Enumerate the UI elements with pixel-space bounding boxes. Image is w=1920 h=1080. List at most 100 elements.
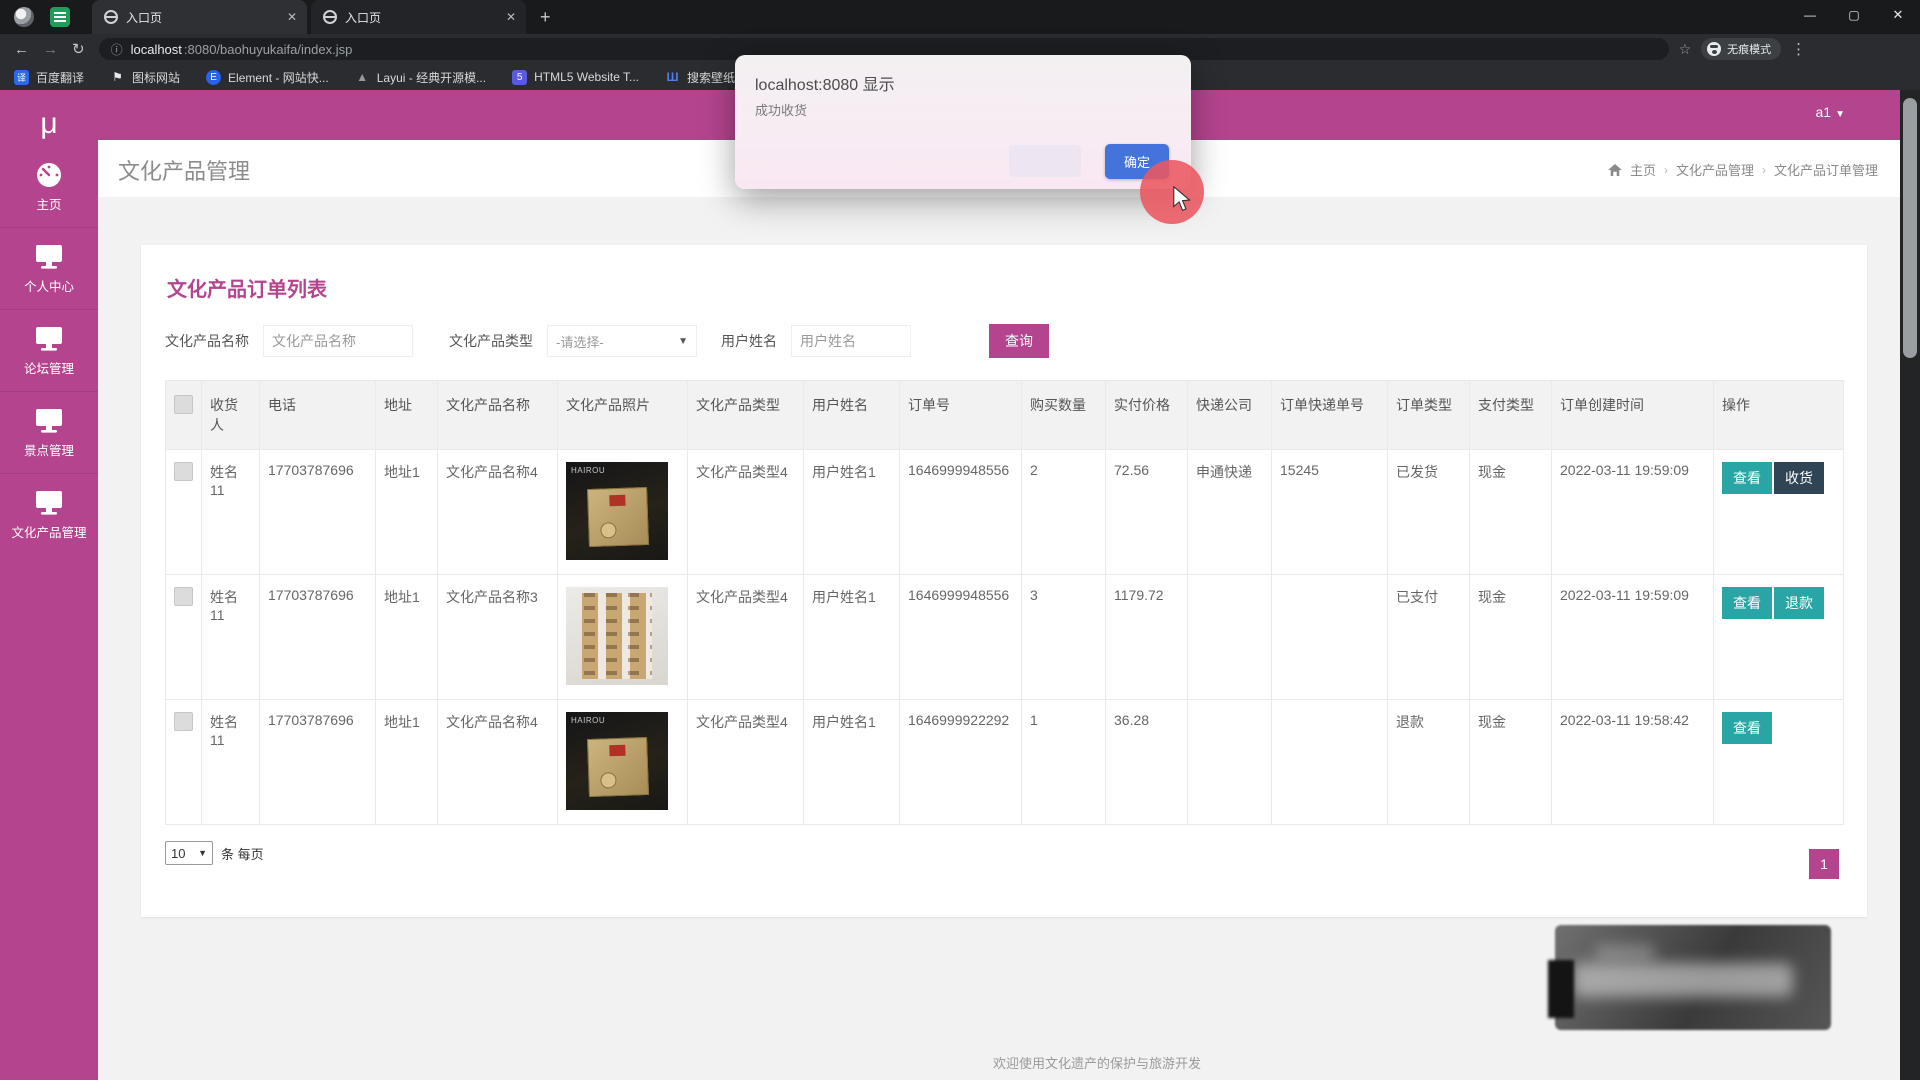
cell-product-type: 文化产品类型4 [688, 700, 804, 825]
browser-tab-inactive[interactable]: 入口页 ✕ [311, 0, 526, 34]
cell-tracking-no [1272, 700, 1388, 825]
reload-icon[interactable]: ↻ [72, 40, 85, 58]
cell-phone: 17703787696 [260, 450, 376, 575]
page-size-select[interactable]: 10 ▼ [165, 841, 213, 865]
bookmark-item[interactable]: 译 百度翻译 [14, 69, 84, 86]
product-name-input[interactable] [263, 325, 413, 357]
monitor-icon [34, 244, 64, 270]
view-button[interactable]: 查看 [1722, 462, 1772, 494]
new-tab-button[interactable]: + [540, 7, 551, 28]
page-info-icon[interactable]: ⓘ [111, 41, 123, 58]
url-path: :8080/baohuyukaifa/index.jsp [184, 42, 352, 57]
row-checkbox[interactable] [174, 462, 193, 481]
search-button[interactable]: 查询 [989, 324, 1049, 358]
col-header: 地址 [376, 381, 438, 450]
orders-table: 收货人 电话 地址 文化产品名称 文化产品照片 文化产品类型 用户姓名 订单号 … [165, 380, 1844, 825]
col-header: 操作 [1714, 381, 1844, 450]
forward-icon[interactable]: → [43, 41, 58, 58]
col-header: 订单创建时间 [1552, 381, 1714, 450]
bookmark-item[interactable]: 5 HTML5 Website T... [512, 70, 639, 85]
user-name-label: 用户姓名 [721, 331, 777, 351]
cell-order-type: 已支付 [1388, 575, 1470, 700]
table-row: 姓名11 17703787696 地址1 文化产品名称4 HAIROU 文化产品… [166, 700, 1844, 825]
cell-quantity: 2 [1022, 450, 1106, 575]
panel-title: 文化产品订单列表 [167, 273, 1843, 302]
cell-address: 地址1 [376, 450, 438, 575]
globe-favicon-icon [104, 10, 118, 24]
col-header: 订单号 [900, 381, 1022, 450]
product-name-label: 文化产品名称 [165, 331, 249, 351]
alert-dialog: localhost:8080 显示 成功收货 确定 [735, 55, 1191, 189]
window-controls: — ▢ ✕ [1788, 0, 1920, 30]
product-photo: HAIROU [566, 462, 668, 560]
layui-icon: ▲ [355, 70, 370, 85]
browser-menu-icon[interactable]: ⋮ [1791, 40, 1806, 58]
bookmark-item[interactable]: ⚑ 图标网站 [110, 69, 180, 86]
html5-icon: 5 [512, 70, 527, 85]
sidebar: μ 主页 个人中心 论坛管理 景点管理 [0, 90, 98, 1080]
sidebar-item-profile[interactable]: 个人中心 [0, 227, 98, 309]
col-header: 收货人 [202, 381, 260, 450]
sidebar-item-cultural-product[interactable]: 文化产品管理 [0, 473, 98, 555]
blurred-glyph [1548, 960, 1574, 1018]
sheets-app-icon[interactable] [50, 7, 70, 27]
view-button[interactable]: 查看 [1722, 712, 1772, 744]
tab-close-icon[interactable]: ✕ [287, 10, 297, 24]
table-row: 姓名11 17703787696 地址1 文化产品名称4 HAIROU 文化产品… [166, 450, 1844, 575]
cell-product-name: 文化产品名称4 [438, 700, 558, 825]
window-close-button[interactable]: ✕ [1876, 0, 1920, 30]
cell-order-type: 已发货 [1388, 450, 1470, 575]
cell-created: 2022-03-11 19:59:09 [1552, 575, 1714, 700]
orders-card: 文化产品订单列表 文化产品名称 文化产品类型 -请选择- ▼ 用户姓名 查询 [141, 245, 1867, 917]
col-header: 文化产品照片 [558, 381, 688, 450]
cursor-highlight [1140, 160, 1204, 224]
globe-favicon-icon [323, 10, 337, 24]
sidebar-item-scenic[interactable]: 景点管理 [0, 391, 98, 473]
cell-pay-type: 现金 [1470, 450, 1552, 575]
url-host: localhost [131, 42, 182, 57]
row-checkbox[interactable] [174, 712, 193, 731]
plaque-graphic [587, 487, 649, 547]
home-icon [1608, 164, 1622, 176]
cell-phone: 17703787696 [260, 700, 376, 825]
window-minimize-button[interactable]: — [1788, 0, 1832, 30]
sidebar-item-forum[interactable]: 论坛管理 [0, 309, 98, 391]
cell-user-name: 用户姓名1 [804, 700, 900, 825]
breadcrumb-home[interactable]: 主页 [1630, 160, 1656, 179]
tab-title: 入口页 [126, 9, 279, 26]
browser-tab-bar: 入口页 ✕ 入口页 ✕ + — ▢ ✕ [0, 0, 1920, 34]
browser-tab-active[interactable]: 入口页 ✕ [92, 0, 307, 34]
bookmark-star-icon[interactable]: ☆ [1679, 41, 1692, 58]
flag-icon: ⚑ [110, 70, 125, 85]
product-type-select[interactable]: -请选择- ▼ [547, 325, 697, 357]
cell-quantity: 3 [1022, 575, 1106, 700]
user-name-input[interactable] [791, 325, 911, 357]
refund-button[interactable]: 退款 [1774, 587, 1824, 619]
chevron-down-icon: ▼ [678, 336, 688, 347]
cell-tracking-no [1272, 575, 1388, 700]
view-button[interactable]: 查看 [1722, 587, 1772, 619]
tab-close-icon[interactable]: ✕ [506, 10, 516, 24]
cell-pay-type: 现金 [1470, 575, 1552, 700]
sidebar-item-home[interactable]: 主页 [0, 146, 98, 227]
page-number-button[interactable]: 1 [1809, 849, 1839, 879]
cell-product-type: 文化产品类型4 [688, 450, 804, 575]
dashboard-icon [34, 162, 64, 188]
scrollbar-thumb[interactable] [1903, 98, 1917, 358]
monitor-icon [34, 490, 64, 516]
col-header: 购买数量 [1022, 381, 1106, 450]
select-all-checkbox[interactable] [174, 395, 193, 414]
bookmark-item[interactable]: E Element - 网站快... [206, 69, 329, 86]
per-page-label: 条 每页 [221, 844, 264, 863]
cell-created: 2022-03-11 19:58:42 [1552, 700, 1714, 825]
page-scrollbar[interactable] [1900, 90, 1920, 1080]
user-dropdown[interactable]: a1▼ [1816, 104, 1845, 120]
receive-button[interactable]: 收货 [1774, 462, 1824, 494]
row-checkbox[interactable] [174, 587, 193, 606]
breadcrumb-item[interactable]: 文化产品管理 [1676, 160, 1754, 179]
back-icon[interactable]: ← [14, 41, 29, 58]
cell-order-no: 1646999948556 [900, 450, 1022, 575]
bookmark-item[interactable]: ▲ Layui - 经典开源模... [355, 69, 486, 86]
window-maximize-button[interactable]: ▢ [1832, 0, 1876, 30]
bookmark-item[interactable]: Ш 搜索壁纸 [665, 69, 735, 86]
